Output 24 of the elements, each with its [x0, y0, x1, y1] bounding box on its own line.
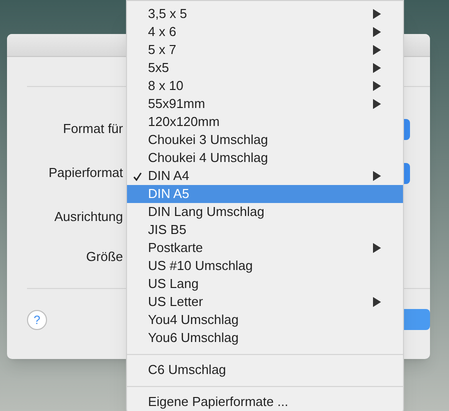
menu-item[interactable]: Choukei 3 Umschlag [127, 131, 403, 149]
menu-item[interactable]: You4 Umschlag [127, 311, 403, 329]
field-label: Größe [85, 248, 124, 266]
menu-item[interactable]: 120x120mm [127, 113, 403, 131]
menu-item[interactable]: US #10 Umschlag [127, 257, 403, 275]
menu-item[interactable]: 3,5 x 5 [127, 5, 403, 23]
menu-item[interactable]: You6 Umschlag [127, 329, 403, 347]
field-label: Papierformat [48, 164, 124, 182]
menu-item[interactable]: DIN Lang Umschlag [127, 203, 403, 221]
field-label: Format für [62, 120, 124, 138]
menu-item[interactable]: Postkarte [127, 239, 403, 257]
menu-item[interactable]: US Lang [127, 275, 403, 293]
menu-item[interactable]: US Letter [127, 293, 403, 311]
menu-item[interactable]: 55x91mm [127, 95, 403, 113]
menu-item[interactable]: Choukei 4 Umschlag [127, 149, 403, 167]
menu-item[interactable]: JIS B5 [127, 221, 403, 239]
menu-item[interactable]: Eigene Papierformate ... [127, 393, 403, 411]
menu-item[interactable]: DIN A4 [127, 167, 403, 185]
menu-item[interactable]: 5 x 7 [127, 41, 403, 59]
menu-item[interactable]: 4 x 6 [127, 23, 403, 41]
menu-item[interactable]: C6 Umschlag [127, 361, 403, 379]
menu-item[interactable]: 8 x 10 [127, 77, 403, 95]
menu-item[interactable]: 5x5 [127, 59, 403, 77]
field-label: Ausrichtung [53, 208, 124, 226]
